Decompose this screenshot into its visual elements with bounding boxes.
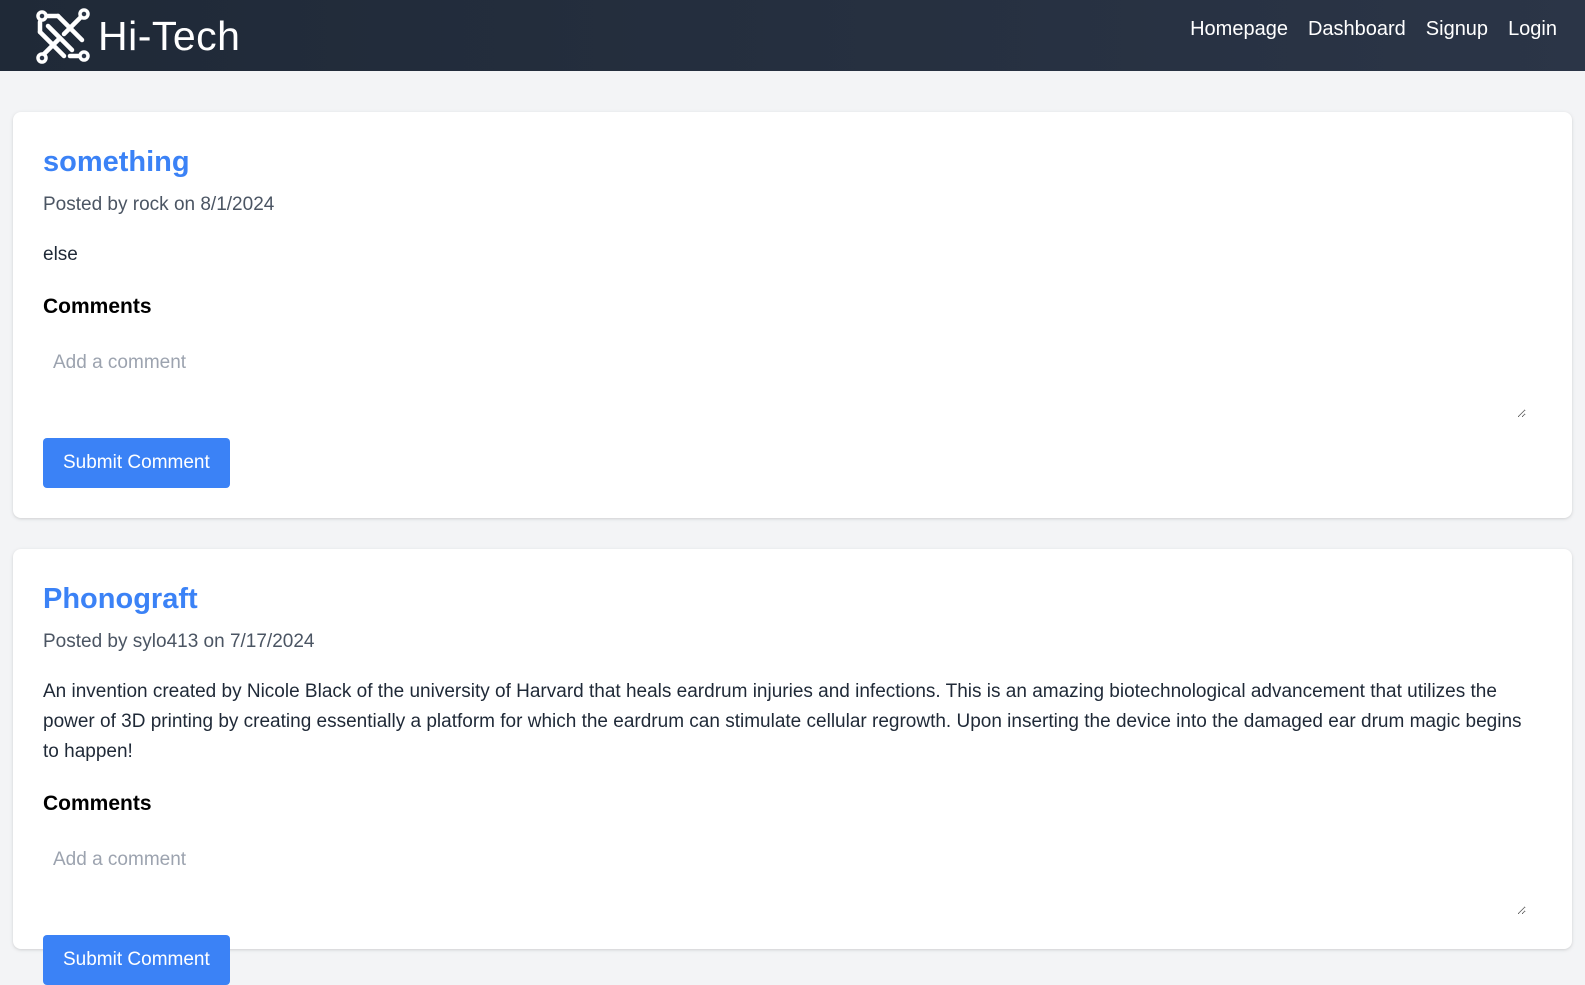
submit-comment-button[interactable]: Submit Comment [43, 935, 230, 985]
brand-name: Hi-Tech [98, 12, 241, 59]
comments-heading: Comments [43, 792, 152, 815]
comment-input[interactable] [43, 342, 1526, 418]
post-body: else [43, 244, 78, 265]
nav-dashboard-link[interactable]: Dashboard [1308, 18, 1406, 41]
circuit-logo-icon [34, 8, 90, 64]
comment-input[interactable] [43, 839, 1526, 915]
post-body: An invention created by Nicole Black of … [43, 681, 1522, 762]
post-card: Phonograft Posted by sylo413 on 7/17/202… [13, 549, 1572, 985]
nav-login-link[interactable]: Login [1508, 18, 1557, 41]
nav-signup-link[interactable]: Signup [1426, 18, 1488, 41]
brand[interactable]: Hi-Tech [34, 8, 240, 64]
post-title[interactable]: Phonograft [43, 579, 1542, 619]
nav-homepage-link[interactable]: Homepage [1190, 18, 1288, 41]
nav-links: Homepage Dashboard Signup Login [1170, 18, 1557, 41]
submit-comment-button[interactable]: Submit Comment [43, 438, 230, 488]
top-navbar: Hi-Tech Homepage Dashboard Signup Login [0, 0, 1585, 71]
post-meta: Posted by rock on 8/1/2024 [43, 194, 275, 215]
post-card: something Posted by rock on 8/1/2024 els… [13, 112, 1572, 518]
post-title[interactable]: something [43, 142, 1542, 182]
comments-heading: Comments [43, 295, 152, 318]
post-meta: Posted by sylo413 on 7/17/2024 [43, 631, 315, 652]
